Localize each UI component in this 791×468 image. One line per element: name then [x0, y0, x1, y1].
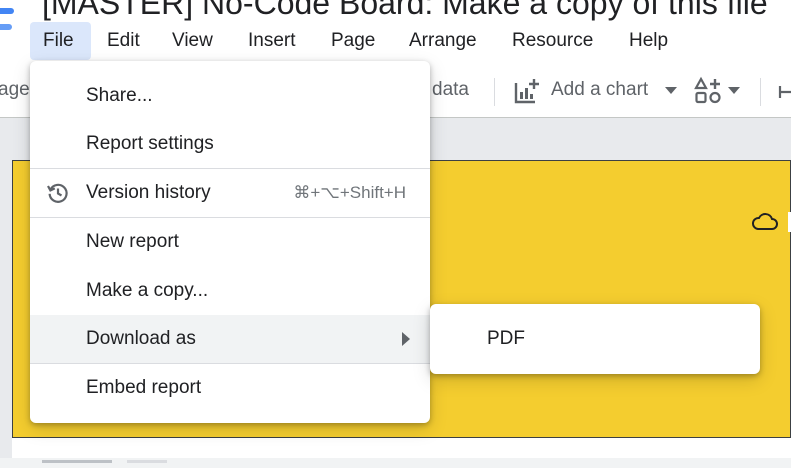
menu-item-embed-report[interactable]: Embed report	[30, 364, 430, 412]
document-title[interactable]: [MASTER] No-Code Board: Make a copy of t…	[42, 0, 768, 20]
menu-view[interactable]: View	[159, 22, 226, 60]
menu-item-label: Share...	[86, 85, 153, 106]
menu-page[interactable]: Page	[318, 22, 388, 60]
history-icon	[47, 183, 68, 203]
add-data-button[interactable]: data	[432, 79, 469, 101]
menu-item-share[interactable]: Share...	[30, 72, 430, 120]
menu-item-new-report[interactable]: New report	[30, 218, 430, 266]
toolbar-fragment-left[interactable]: age	[0, 79, 30, 101]
page-footer	[12, 438, 791, 464]
menu-item-report-settings[interactable]: Report settings	[30, 120, 430, 168]
menu-item-download-as[interactable]: Download as	[30, 315, 430, 363]
menu-item-make-a-copy[interactable]: Make a copy...	[30, 267, 430, 315]
file-menu: Share... Report settings Version history…	[30, 61, 430, 423]
menu-item-label: Embed report	[86, 377, 202, 398]
menu-arrange[interactable]: Arrange	[396, 22, 490, 60]
menu-item-label: New report	[86, 231, 179, 252]
menu-item-label: Report settings	[86, 133, 214, 154]
menu-insert[interactable]: Insert	[235, 22, 309, 60]
submenu-item-pdf[interactable]: PDF	[430, 304, 760, 374]
download-submenu: PDF	[430, 304, 760, 374]
add-control-icon[interactable]	[694, 76, 724, 106]
add-chart-icon[interactable]	[512, 76, 542, 106]
shortcut-text: ⌘+⌥+Shift+H	[293, 183, 406, 202]
submenu-item-label: PDF	[487, 328, 525, 349]
add-chart-button[interactable]: Add a chart	[551, 79, 648, 101]
header: [MASTER] No-Code Board: Make a copy of t…	[0, 0, 791, 66]
line-tool-icon[interactable]	[776, 82, 791, 102]
menu-item-label: Download as	[86, 328, 196, 349]
menu-help[interactable]: Help	[616, 22, 681, 60]
menubar: File Edit View Insert Page Arrange Resou…	[0, 22, 791, 60]
submenu-arrow-icon	[402, 332, 410, 346]
menu-item-version-history[interactable]: Version history ⌘+⌥+Shift+H	[30, 169, 430, 217]
menu-edit[interactable]: Edit	[94, 22, 153, 60]
menu-resource[interactable]: Resource	[499, 22, 606, 60]
menu-item-label: Make a copy...	[86, 280, 209, 301]
chevron-down-icon[interactable]	[665, 87, 677, 95]
menu-item-label: Version history	[86, 182, 211, 203]
footer-text	[42, 453, 168, 468]
menu-file[interactable]: File	[30, 22, 91, 60]
toolbar-divider	[760, 78, 761, 106]
chevron-down-icon[interactable]	[728, 87, 740, 95]
cloud-icon	[752, 213, 778, 230]
toolbar-divider	[494, 78, 495, 106]
